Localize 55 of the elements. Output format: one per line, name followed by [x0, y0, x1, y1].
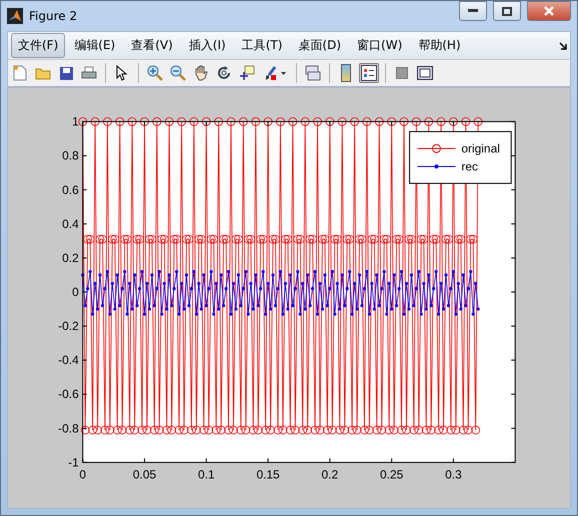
frame-icon — [417, 66, 433, 80]
menu-item[interactable]: 插入(I) — [182, 33, 233, 58]
toolbar-button[interactable] — [237, 63, 257, 83]
pointer-icon — [116, 65, 128, 81]
x-tick-label: 0.2 — [322, 467, 338, 482]
y-tick-label: 1 — [72, 114, 79, 129]
y-tick-label: -0.6 — [58, 387, 79, 402]
rotate-icon — [216, 65, 232, 81]
y-tick-label: -0.8 — [58, 421, 79, 436]
menu-item[interactable]: 帮助(H) — [411, 33, 468, 58]
x-tick-label: 0 — [79, 467, 86, 482]
y-tick-label: -0.2 — [58, 319, 79, 334]
x-tick-label: 0.3 — [445, 467, 462, 482]
x-tick-label: 0.1 — [198, 467, 215, 482]
app-logo-icon — [7, 8, 23, 24]
zoom-in-icon — [147, 65, 163, 81]
square-icon — [396, 67, 408, 79]
maximize-button[interactable] — [493, 1, 521, 21]
minimize-icon — [468, 9, 478, 13]
link-icon — [304, 65, 322, 81]
printer-icon — [81, 66, 97, 80]
toolbar-button[interactable] — [359, 63, 379, 83]
menu-item[interactable]: 窗口(W) — [350, 33, 410, 58]
y-tick-label: 0.8 — [62, 148, 79, 163]
hand-icon — [193, 65, 209, 81]
y-tick-label: 0 — [72, 285, 79, 299]
x-tick-label: 0.15 — [256, 467, 280, 482]
menu-item[interactable]: 编辑(E) — [67, 33, 122, 58]
y-tick-label: 0.4 — [62, 216, 79, 231]
window-title: Figure 2 — [29, 9, 78, 23]
y-tick-label: 0.2 — [62, 250, 79, 265]
zoom-out-icon — [170, 65, 186, 81]
brush-icon — [263, 65, 287, 81]
toolbar-button[interactable] — [415, 63, 435, 83]
y-tick-label: -0.4 — [58, 353, 79, 368]
x-tick-label: 0.25 — [380, 467, 404, 482]
legend-label: original — [461, 142, 500, 156]
menu-item[interactable]: 工具(T) — [234, 33, 290, 58]
menu-item[interactable]: 桌面(D) — [291, 33, 348, 58]
maximize-icon — [502, 6, 512, 16]
legend-label: rec — [461, 159, 478, 174]
menu-item[interactable]: 查看(V) — [124, 33, 180, 58]
new-file-icon — [13, 65, 27, 81]
close-button[interactable] — [527, 1, 571, 21]
dock-arrow-icon[interactable] — [559, 42, 567, 50]
x-tick-label: 0.05 — [132, 467, 156, 482]
folder-icon — [35, 66, 51, 80]
data-cursor-icon — [239, 65, 255, 81]
y-tick-label: 0.6 — [62, 182, 79, 197]
legend-icon — [361, 65, 377, 81]
menu-item[interactable]: 文件(F) — [11, 33, 66, 58]
minimize-button[interactable] — [459, 1, 487, 21]
y-tick-label: -1 — [68, 455, 79, 470]
close-icon — [544, 6, 554, 16]
colorbar-icon — [341, 64, 351, 82]
